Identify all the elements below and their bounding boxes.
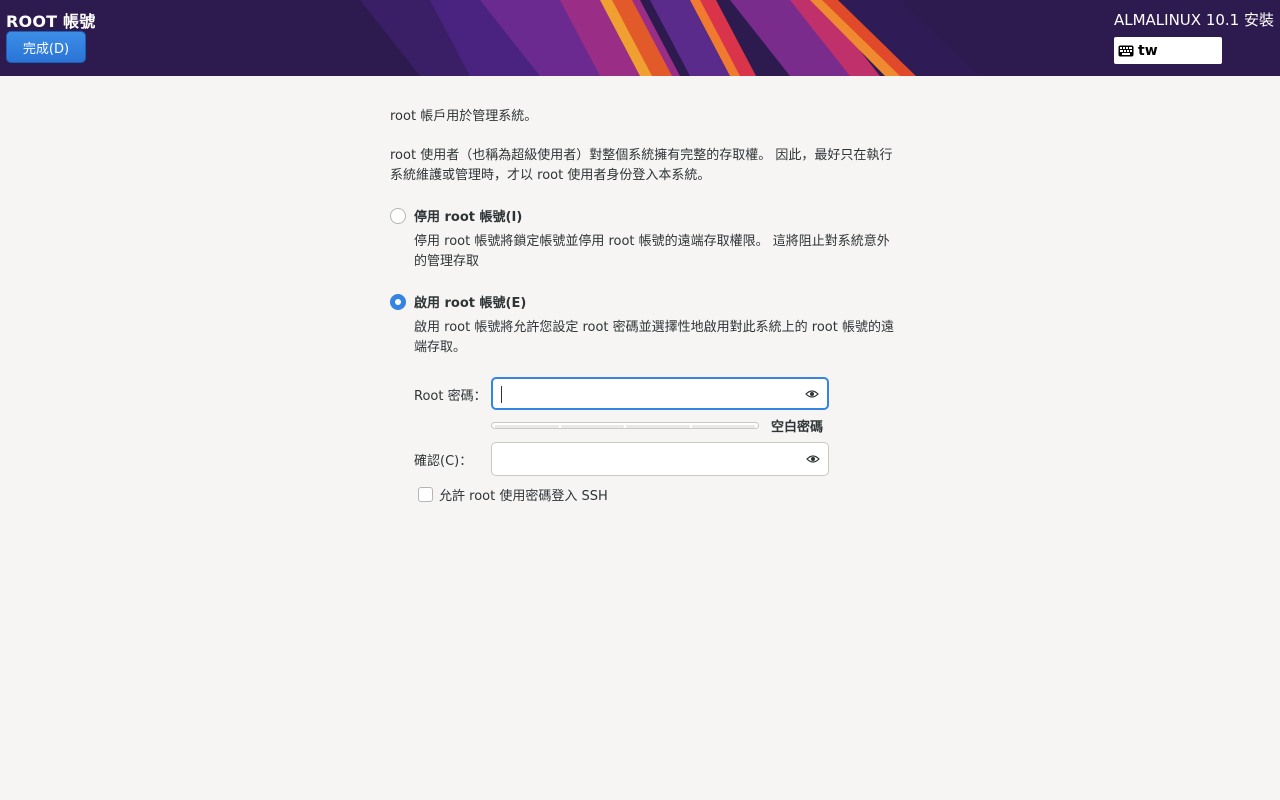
keyboard-icon [1118,45,1134,56]
strength-segment [560,425,624,428]
enable-root-radio[interactable] [390,293,406,310]
intro-line-2: root 使用者（也稱為超級使用者）對整個系統擁有完整的存取權。 因此，最好只在… [390,148,893,183]
product-title: ALMALINUX 10.1 安裝 [1113,11,1274,29]
page-title: ROOT 帳號 [6,12,96,31]
header-artwork [0,0,1280,76]
disable-root-radio[interactable] [390,207,406,224]
header-bar: ROOT 帳號 完成(D) ALMALINUX 10.1 安裝 tw [0,0,1280,76]
root-password-input[interactable] [491,377,829,410]
allow-ssh-label: 允許 root 使用密碼登入 SSH [439,489,608,504]
password-strength-meter [491,422,759,429]
root-password-label: Root 密碼： [414,389,487,404]
strength-segment [495,425,559,428]
disable-root-label: 停用 root 帳號(I) [414,210,523,225]
strength-segment [626,425,690,428]
allow-ssh-checkbox[interactable] [418,487,433,502]
enable-root-label: 啟用 root 帳號(E) [414,296,527,311]
keyboard-layout-label: tw [1138,42,1158,59]
disable-root-option[interactable]: 停用 root 帳號(I) [390,206,522,225]
eye-icon[interactable] [805,389,819,399]
text-caret [501,386,502,403]
eye-icon[interactable] [806,454,820,464]
keyboard-layout-indicator[interactable]: tw [1114,37,1222,64]
allow-ssh-option[interactable]: 允許 root 使用密碼登入 SSH [418,485,608,504]
strength-segment [691,425,755,428]
password-strength-label: 空白密碼 [771,420,824,435]
intro-line-1: root 帳戶用於管理系統。 [390,109,538,124]
confirm-password-label: 確認(C)： [414,454,473,469]
done-button[interactable]: 完成(D) [6,31,86,63]
confirm-password-input[interactable] [491,442,829,476]
disable-root-description: 停用 root 帳號將鎖定帳號並停用 root 帳號的遠端存取權限。 這將阻止對… [414,234,890,269]
enable-root-option[interactable]: 啟用 root 帳號(E) [390,292,526,311]
enable-root-description: 啟用 root 帳號將允許您設定 root 密碼並選擇性地啟用對此系統上的 ro… [414,320,894,355]
